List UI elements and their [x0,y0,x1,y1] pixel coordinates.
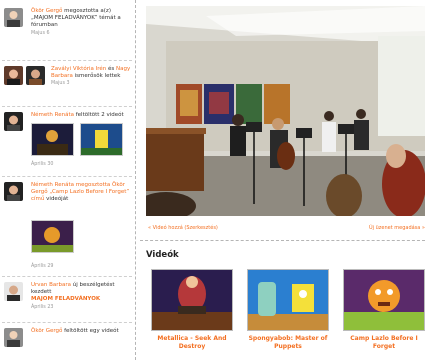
feed-text: új beszélgetést [71,282,115,288]
feed-timestamp: Április 23 [31,304,54,310]
feed-user-link[interactable]: Ökör Gergő [31,328,62,334]
user-avatar[interactable] [4,8,23,27]
user-avatar[interactable] [4,328,23,347]
feed-separator [2,322,132,323]
videos-heading: Videók [146,250,179,260]
topic-link[interactable]: MAJOM FELADVÁNYOK [31,296,132,303]
feed-item: Németh Renáta megosztotta Ökör Gergő „Ca… [4,182,132,272]
video-title[interactable]: Metallica - Seek And Destroy [151,335,233,351]
new-message-link[interactable]: Új üzenet megadása » [369,225,425,231]
feed-timestamp: Április 30 [31,162,54,167]
feed-separator [2,60,132,61]
feed-user-link[interactable]: Ökör Gergő [31,8,62,14]
video-title[interactable]: Camp Lazlo Before I Forget [343,335,425,351]
feed-text: feltöltött 2 videót [73,112,124,118]
video-thumbnail[interactable] [80,123,123,156]
video-thumbnail[interactable] [31,123,74,156]
video-thumbnail[interactable] [31,220,74,253]
feed-user-link[interactable]: Németh Renáta [31,112,74,118]
user-avatar[interactable] [4,282,23,301]
video-card[interactable]: Metallica - Seek And Destroy [151,269,233,351]
feed-text: videóját [46,196,69,203]
video-title[interactable]: Spongyabob: Master of Puppets [247,335,329,351]
feed-item: Németh Renáta feltöltött 2 videót Áprili… [4,112,132,174]
feed-text: feltöltött egy videót [62,328,119,334]
feed-separator [2,276,132,277]
feed-text: kezdett [31,289,52,296]
feed-text: fórumban [31,22,58,29]
activity-feed: Ökör Gergő megosztotta a(z) „MAJOM FELAD… [0,0,134,360]
user-avatar[interactable] [26,66,45,85]
feed-item: Zavályi Viktória Irén és Nagy Barbara is… [4,66,132,102]
section-divider [140,240,425,241]
feed-user-link[interactable]: Zavályi Viktória Irén [51,66,106,72]
feed-text: ismerősök lettek [74,73,121,80]
video-thumbnail[interactable] [343,269,425,331]
feed-user-link[interactable]: Urvan Barbara [31,282,71,288]
video-thumbnail[interactable] [247,269,329,331]
feed-separator [2,176,132,177]
video-card[interactable]: Camp Lazlo Before I Forget [343,269,425,351]
feed-timestamp: Majus 6 [31,30,50,36]
feed-text: és [106,66,116,72]
feed-timestamp: Majus 3 [51,81,70,87]
user-avatar[interactable] [4,182,23,201]
feed-timestamp: Április 29 [31,264,54,269]
video-card[interactable]: Spongyabob: Master of Puppets [247,269,329,351]
add-video-link[interactable]: « Videó hozzá (Szerkesztés) [148,225,218,231]
feed-item: Urvan Barbara új beszélgetést kezdett MA… [4,282,132,318]
user-avatar[interactable] [4,112,23,131]
video-thumbnail[interactable] [151,269,233,331]
column-divider [135,0,136,360]
feed-item: Ökör Gergő megosztotta a(z) „MAJOM FELAD… [4,8,132,48]
video-player[interactable] [146,6,425,216]
user-avatar[interactable] [4,66,23,85]
feed-separator [2,106,132,107]
feed-item: Ökör Gergő feltöltött egy videót [4,328,132,360]
player-footer: « Videó hozzá (Szerkesztés) Új üzenet me… [146,222,425,236]
